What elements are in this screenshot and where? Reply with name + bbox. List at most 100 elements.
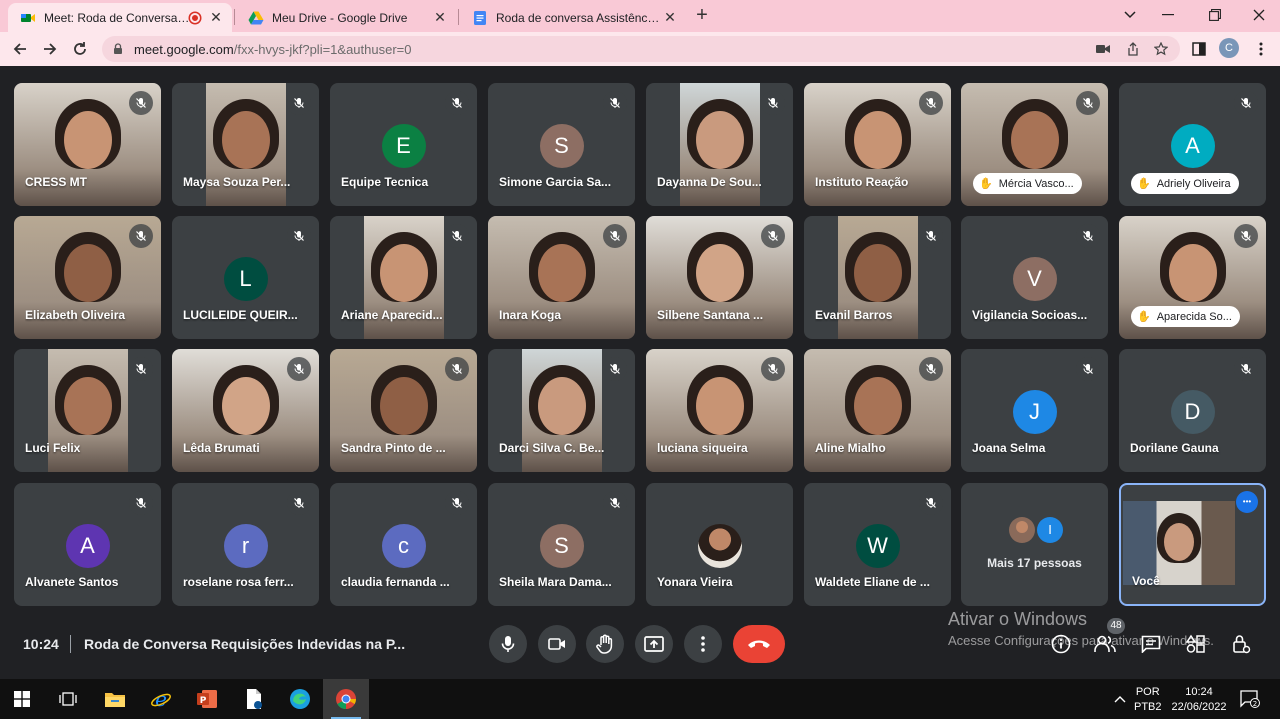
system-clock[interactable]: 10:24 22/06/2022 bbox=[1170, 685, 1228, 715]
participant-name: Dorilane Gauna bbox=[1130, 441, 1219, 455]
participant-face bbox=[1010, 111, 1059, 169]
participant-tile[interactable]: W Waldete Eliane de ... bbox=[804, 483, 951, 606]
participant-tile[interactable]: Dayanna De Sou... bbox=[646, 83, 793, 206]
forward-icon[interactable] bbox=[38, 37, 62, 61]
powerpoint-icon[interactable]: P bbox=[193, 685, 221, 713]
participant-tile[interactable]: A Alvanete Santos bbox=[14, 483, 161, 606]
tray-expand-icon[interactable] bbox=[1106, 685, 1134, 713]
camera-in-use-icon[interactable] bbox=[1094, 40, 1112, 58]
participant-name: claudia fernanda ... bbox=[341, 575, 450, 589]
reload-icon[interactable] bbox=[68, 37, 92, 61]
participant-tile[interactable]: Instituto Reação bbox=[804, 83, 951, 206]
mic-off-icon bbox=[1076, 91, 1100, 115]
restore-button[interactable] bbox=[1203, 4, 1227, 26]
windows-start-icon[interactable] bbox=[8, 685, 36, 713]
self-video bbox=[1123, 501, 1235, 585]
more-people-tile[interactable]: I Mais 17 pessoas bbox=[961, 483, 1108, 606]
browser-menu-icon[interactable] bbox=[1252, 40, 1270, 58]
close-window-button[interactable] bbox=[1247, 4, 1271, 26]
participant-tile[interactable]: S Simone Garcia Sa... bbox=[488, 83, 635, 206]
chrome-taskbar-icon[interactable] bbox=[323, 679, 369, 719]
participant-tile[interactable]: c claudia fernanda ... bbox=[330, 483, 477, 606]
leave-call-button[interactable] bbox=[733, 625, 785, 663]
microphone-button[interactable] bbox=[489, 625, 527, 663]
tab-docs[interactable]: Roda de conversa Assistência So ✕ bbox=[460, 3, 686, 32]
participant-tile[interactable]: A ✋ Adriely Oliveira bbox=[1119, 83, 1266, 206]
participant-tile[interactable]: J Joana Selma bbox=[961, 349, 1108, 472]
present-icon bbox=[644, 636, 664, 652]
participant-name: Darci Silva C. Be... bbox=[499, 441, 605, 455]
activities-button[interactable] bbox=[1184, 632, 1208, 656]
participant-tile[interactable]: Yonara Vieira bbox=[646, 483, 793, 606]
bookmark-star-icon[interactable] bbox=[1152, 40, 1170, 58]
file-explorer-icon[interactable] bbox=[101, 685, 129, 713]
share-icon[interactable] bbox=[1124, 40, 1142, 58]
new-tab-button[interactable]: + bbox=[692, 5, 712, 26]
notifications-icon[interactable]: 2 bbox=[1236, 685, 1264, 713]
tab-drive[interactable]: Meu Drive - Google Drive ✕ bbox=[236, 3, 456, 32]
side-panel-icon[interactable] bbox=[1190, 40, 1208, 58]
participant-face bbox=[537, 377, 586, 435]
people-button[interactable] bbox=[1093, 632, 1117, 656]
task-view-icon[interactable] bbox=[54, 685, 82, 713]
mic-off-icon bbox=[129, 224, 153, 248]
minimize-button[interactable] bbox=[1156, 4, 1180, 26]
participant-tile[interactable]: ✋ Mércia Vasco... bbox=[961, 83, 1108, 206]
chat-button[interactable] bbox=[1139, 632, 1163, 656]
input-language[interactable]: POR PTB2 bbox=[1134, 685, 1162, 715]
participant-tile[interactable]: D Dorilane Gauna bbox=[1119, 349, 1266, 472]
self-options-button[interactable]: ••• bbox=[1236, 491, 1258, 513]
participant-tile[interactable]: Silbene Santana ... bbox=[646, 216, 793, 339]
close-tab-icon[interactable]: ✕ bbox=[662, 9, 678, 26]
participant-tile[interactable]: Lêda Brumati bbox=[172, 349, 319, 472]
participant-tile[interactable]: CRESS MT bbox=[14, 83, 161, 206]
participant-tile[interactable]: Ariane Aparecid... bbox=[330, 216, 477, 339]
participant-tile[interactable]: V Vigilancia Socioas... bbox=[961, 216, 1108, 339]
more-options-button[interactable] bbox=[684, 625, 722, 663]
participant-tile[interactable]: Maysa Souza Per... bbox=[172, 83, 319, 206]
host-controls-button[interactable] bbox=[1229, 632, 1253, 656]
participant-tile[interactable]: Darci Silva C. Be... bbox=[488, 349, 635, 472]
raise-hand-button[interactable] bbox=[586, 625, 624, 663]
tab-meet[interactable]: Meet: Roda de Conversa Req ✕ bbox=[8, 3, 232, 32]
self-view-tile[interactable]: Você ••• bbox=[1119, 483, 1266, 606]
tab-search-icon[interactable] bbox=[1118, 4, 1142, 26]
close-tab-icon[interactable]: ✕ bbox=[432, 9, 448, 26]
participant-tile[interactable]: Evanil Barros bbox=[804, 216, 951, 339]
internet-explorer-icon[interactable]: e bbox=[147, 685, 175, 713]
participant-tile[interactable]: r roselane rosa ferr... bbox=[172, 483, 319, 606]
participant-tile[interactable]: E Equipe Tecnica bbox=[330, 83, 477, 206]
language-code: POR bbox=[1135, 686, 1160, 698]
participant-tile[interactable]: Aline Mialho bbox=[804, 349, 951, 472]
participant-tile[interactable]: S Sheila Mara Dama... bbox=[488, 483, 635, 606]
google-meet-icon bbox=[21, 13, 35, 22]
participant-name: Alvanete Santos bbox=[25, 575, 119, 589]
participant-tile[interactable]: Luci Felix bbox=[14, 349, 161, 472]
participant-tile[interactable]: L LUCILEIDE QUEIR... bbox=[172, 216, 319, 339]
participant-tile[interactable]: Sandra Pinto de ... bbox=[330, 349, 477, 472]
mic-off-icon bbox=[129, 491, 153, 515]
raised-hand-icon: ✋ bbox=[1137, 311, 1151, 323]
svg-text:P: P bbox=[200, 696, 207, 706]
profile-avatar[interactable]: C bbox=[1219, 38, 1239, 58]
participant-tile[interactable]: Elizabeth Oliveira bbox=[14, 216, 161, 339]
back-icon[interactable] bbox=[8, 37, 32, 61]
document-app-icon[interactable] bbox=[240, 685, 268, 713]
address-bar[interactable]: meet.google.com/fxx-hvys-jkf?pli=1&authu… bbox=[102, 36, 1180, 62]
participant-tile[interactable]: Inara Koga bbox=[488, 216, 635, 339]
edge-icon[interactable] bbox=[286, 685, 314, 713]
mic-off-icon bbox=[287, 224, 311, 248]
close-tab-icon[interactable]: ✕ bbox=[208, 9, 224, 26]
meeting-details-button[interactable] bbox=[1049, 632, 1073, 656]
participant-tile[interactable]: luciana siqueira bbox=[646, 349, 793, 472]
participant-face bbox=[695, 244, 744, 302]
url-host: meet.google.com bbox=[134, 41, 234, 57]
windows-taskbar: e P 2 bbox=[0, 679, 1280, 719]
camera-button[interactable] bbox=[538, 625, 576, 663]
participant-name: Mércia Vasco... bbox=[998, 177, 1074, 190]
present-screen-button[interactable] bbox=[635, 625, 673, 663]
participant-name: Waldete Eliane de ... bbox=[815, 575, 930, 589]
participant-tile[interactable]: ✋ Aparecida So... bbox=[1119, 216, 1266, 339]
self-face bbox=[1164, 523, 1194, 561]
participant-face bbox=[63, 111, 112, 169]
